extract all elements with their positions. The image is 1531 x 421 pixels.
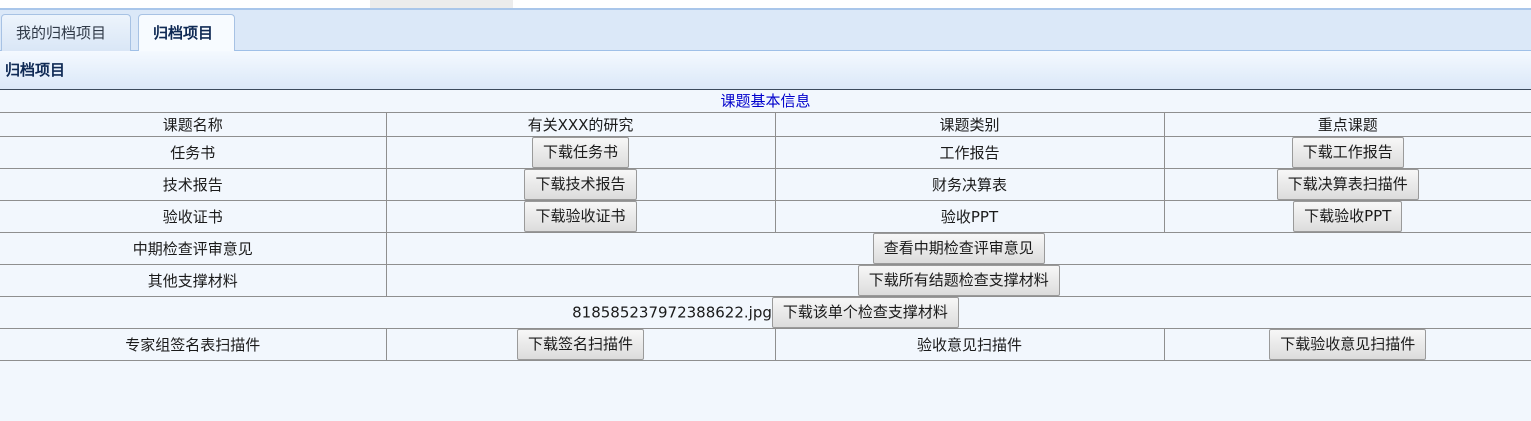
attachment-filename: 818585237972388622.jpg [572,303,772,322]
work-report-label: 工作报告 [774,136,1165,169]
project-info-table: 课题基本信息 课题名称 有关XXX的研究 课题类别 重点课题 任务书 下载任务书… [0,90,1531,361]
tab-archive-projects[interactable]: 归档项目 [138,14,235,53]
download-acceptance-ppt-button[interactable]: 下载验收PPT [1293,201,1403,232]
table-row: 课题名称 有关XXX的研究 课题类别 重点课题 [0,112,1531,137]
download-single-material-button[interactable]: 下载该单个检查支撑材料 [771,297,959,328]
download-financial-scan-button[interactable]: 下载决算表扫描件 [1276,169,1419,200]
acceptance-cert-label: 验收证书 [0,200,387,233]
download-all-materials-button[interactable]: 下载所有结题检查支撑材料 [857,265,1060,296]
acceptance-opinion-label: 验收意见扫描件 [774,328,1165,361]
expert-signature-label: 专家组签名表扫描件 [0,328,387,361]
empty-content-area [0,362,1531,421]
tab-my-archive-projects[interactable]: 我的归档项目 [1,14,131,52]
project-category-label: 课题类别 [774,112,1165,137]
download-acceptance-opinion-button[interactable]: 下载验收意见扫描件 [1269,329,1427,360]
financial-statement-label: 财务决算表 [774,168,1165,201]
other-materials-label: 其他支撑材料 [0,264,387,297]
download-task-book-button[interactable]: 下载任务书 [531,137,629,168]
view-midterm-review-button[interactable]: 查看中期检查评审意见 [872,233,1045,264]
table-row: 验收证书 下载验收证书 验收PPT 下载验收PPT [0,200,1531,233]
acceptance-ppt-label: 验收PPT [774,200,1165,233]
project-name-value: 有关XXX的研究 [385,112,776,137]
table-row: 其他支撑材料 下载所有结题检查支撑材料 [0,264,1531,297]
download-acceptance-cert-button[interactable]: 下载验收证书 [524,201,637,232]
tech-report-label: 技术报告 [0,168,387,201]
table-caption: 课题基本信息 [0,90,1531,113]
midterm-review-label: 中期检查评审意见 [0,232,387,265]
table-row: 专家组签名表扫描件 下载签名扫描件 验收意见扫描件 下载验收意见扫描件 [0,328,1531,361]
top-scroll-strip [0,0,1531,8]
project-category-value: 重点课题 [1163,112,1531,137]
horizontal-scrollbar-thumb[interactable] [370,0,513,8]
task-book-label: 任务书 [0,136,387,169]
download-signature-scan-button[interactable]: 下载签名扫描件 [516,329,644,360]
section-title: 归档项目 [0,51,1531,90]
table-row: 818585237972388622.jpg 下载该单个检查支撑材料 [0,296,1531,329]
tab-bar: 我的归档项目 归档项目 [0,8,1531,53]
table-row: 中期检查评审意见 查看中期检查评审意见 [0,232,1531,265]
project-name-label: 课题名称 [0,112,387,137]
table-caption-row: 课题基本信息 [0,90,1531,113]
download-work-report-button[interactable]: 下载工作报告 [1291,137,1404,168]
table-row: 技术报告 下载技术报告 财务决算表 下载决算表扫描件 [0,168,1531,201]
table-row: 任务书 下载任务书 工作报告 下载工作报告 [0,136,1531,169]
download-tech-report-button[interactable]: 下载技术报告 [524,169,637,200]
